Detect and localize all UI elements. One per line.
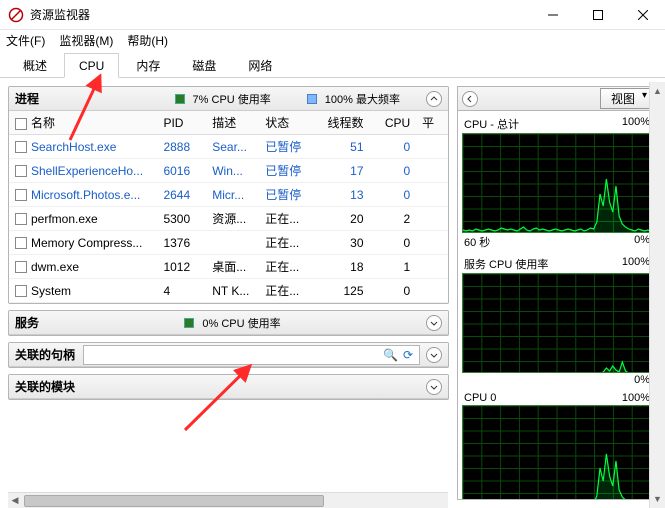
- handles-expand-button[interactable]: [426, 347, 442, 363]
- process-table: 名称 PID 描述 状态 线程数 CPU 平 SearchHost.exe288…: [9, 111, 448, 303]
- graph-max: 100%: [622, 116, 650, 132]
- tabs: 概述 CPU 内存 磁盘 网络: [0, 50, 665, 78]
- horizontal-scrollbar[interactable]: ◀: [8, 492, 448, 508]
- scroll-left-icon[interactable]: ◀: [8, 494, 22, 508]
- tab-memory[interactable]: 内存: [121, 51, 175, 78]
- tab-disk[interactable]: 磁盘: [177, 51, 231, 78]
- col-avg[interactable]: 平: [416, 111, 448, 135]
- row-checkbox[interactable]: [15, 237, 27, 249]
- titlebar: 资源监视器: [0, 0, 665, 30]
- cpu-usage-swatch: [175, 94, 185, 104]
- services-usage-text: 0% CPU 使用率: [202, 315, 280, 331]
- processes-collapse-button[interactable]: [426, 91, 442, 107]
- handles-panel: 关联的句柄 🔍 ⟳: [8, 342, 449, 368]
- tab-network[interactable]: 网络: [233, 51, 287, 78]
- graph-0: CPU - 总计 100% 60 秒 0%: [462, 115, 652, 251]
- graph-title: 服务 CPU 使用率: [464, 256, 548, 272]
- minimize-button[interactable]: [530, 0, 575, 29]
- menubar: 文件(F) 监视器(M) 帮助(H): [0, 30, 665, 50]
- tab-overview[interactable]: 概述: [8, 51, 62, 78]
- graphs-collapse-button[interactable]: [462, 91, 478, 107]
- window-title: 资源监视器: [30, 6, 530, 23]
- cpu-usage-text: 7% CPU 使用率: [193, 91, 271, 107]
- handles-search-box[interactable]: 🔍 ⟳: [83, 345, 420, 365]
- close-button[interactable]: [620, 0, 665, 29]
- max-freq-text: 100% 最大频率: [325, 91, 400, 107]
- col-name[interactable]: 名称: [9, 111, 157, 135]
- table-row[interactable]: Memory Compress...1376正在...300: [9, 231, 448, 255]
- handles-search-input[interactable]: [88, 347, 379, 363]
- menu-help[interactable]: 帮助(H): [127, 32, 168, 49]
- table-row[interactable]: ShellExperienceHo...6016Win...已暂停170: [9, 159, 448, 183]
- services-usage-swatch: [184, 318, 194, 328]
- table-row[interactable]: dwm.exe1012桌面...正在...181: [9, 255, 448, 279]
- refresh-icon[interactable]: ⟳: [401, 348, 415, 362]
- graph-title: CPU 0: [464, 392, 496, 404]
- view-dropdown[interactable]: 视图: [600, 88, 652, 109]
- graph-foot-right: 0%: [634, 374, 650, 386]
- tab-cpu[interactable]: CPU: [64, 53, 119, 78]
- handles-title: 关联的句柄: [15, 346, 75, 363]
- col-pid[interactable]: PID: [157, 111, 206, 135]
- menu-monitor[interactable]: 监视器(M): [59, 32, 113, 49]
- graph-2: CPU 0 100%: [462, 391, 652, 500]
- menu-file[interactable]: 文件(F): [6, 32, 45, 49]
- graph-1: 服务 CPU 使用率 100% 0%: [462, 255, 652, 387]
- services-panel: 服务 0% CPU 使用率: [8, 310, 449, 336]
- processes-title: 进程: [15, 90, 39, 107]
- graph-max: 100%: [622, 256, 650, 272]
- modules-panel: 关联的模块: [8, 374, 449, 400]
- services-title: 服务: [15, 314, 39, 331]
- search-icon[interactable]: 🔍: [383, 348, 397, 362]
- graph-max: 100%: [622, 392, 650, 404]
- table-row[interactable]: SearchHost.exe2888Sear...已暂停510: [9, 135, 448, 159]
- graph-foot-right: 0%: [634, 234, 650, 250]
- modules-title: 关联的模块: [15, 378, 75, 395]
- graph-foot-left: 60 秒: [464, 234, 490, 250]
- col-desc[interactable]: 描述: [206, 111, 259, 135]
- scroll-down-icon[interactable]: ▼: [651, 492, 665, 506]
- app-icon: [8, 7, 24, 23]
- col-threads[interactable]: 线程数: [312, 111, 369, 135]
- row-checkbox[interactable]: [15, 285, 27, 297]
- table-row[interactable]: Microsoft.Photos.e...2644Micr...已暂停130: [9, 183, 448, 207]
- scroll-thumb[interactable]: [24, 495, 324, 507]
- select-all-checkbox[interactable]: [15, 118, 27, 130]
- max-freq-swatch: [307, 94, 317, 104]
- col-state[interactable]: 状态: [259, 111, 312, 135]
- col-cpu[interactable]: CPU: [370, 111, 417, 135]
- processes-panel: 进程 7% CPU 使用率 100% 最大频率 名称 PID 描述 状态 线程数: [8, 86, 449, 304]
- maximize-button[interactable]: [575, 0, 620, 29]
- services-expand-button[interactable]: [426, 315, 442, 331]
- table-row[interactable]: perfmon.exe5300资源...正在...202: [9, 207, 448, 231]
- scroll-up-icon[interactable]: ▲: [651, 84, 665, 98]
- graph-title: CPU - 总计: [464, 116, 519, 132]
- row-checkbox[interactable]: [15, 189, 27, 201]
- modules-expand-button[interactable]: [426, 379, 442, 395]
- row-checkbox[interactable]: [15, 213, 27, 225]
- row-checkbox[interactable]: [15, 261, 27, 273]
- table-row[interactable]: System4NT K...正在...1250: [9, 279, 448, 303]
- graphs-pane: 视图 CPU - 总计100%60 秒0%服务 CPU 使用率100%0%CPU…: [457, 86, 657, 500]
- vertical-scrollbar[interactable]: ▲ ▼: [649, 82, 665, 508]
- row-checkbox[interactable]: [15, 165, 27, 177]
- row-checkbox[interactable]: [15, 141, 27, 153]
